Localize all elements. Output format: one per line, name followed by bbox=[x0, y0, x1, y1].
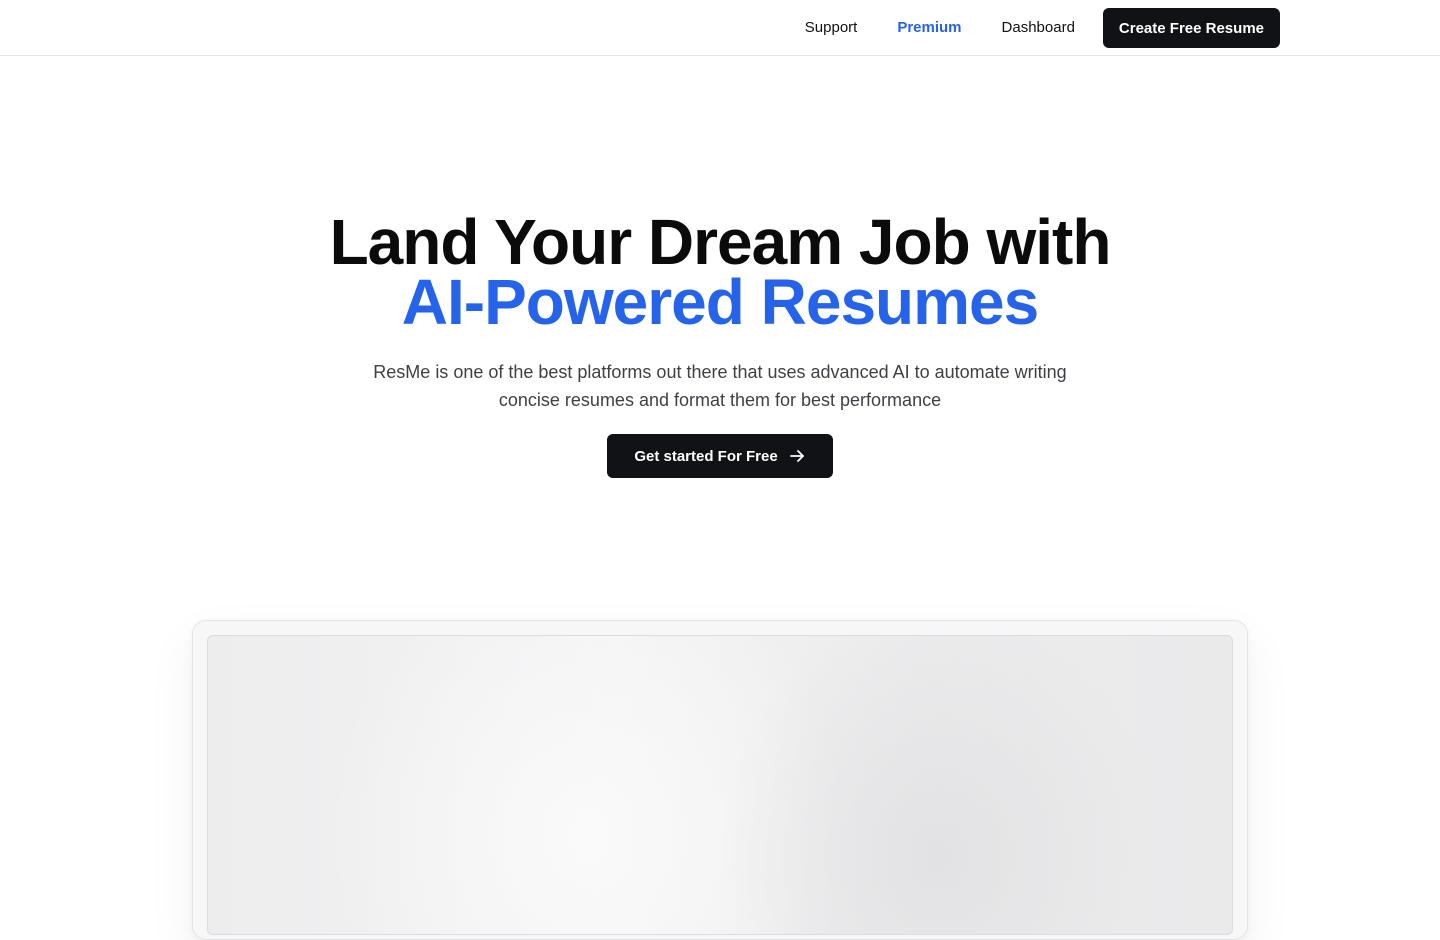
get-started-button[interactable]: Get started For Free bbox=[607, 434, 833, 478]
nav-link-premium[interactable]: Premium bbox=[877, 8, 981, 48]
get-started-button-label: Get started For Free bbox=[634, 447, 778, 465]
nav-link-dashboard[interactable]: Dashboard bbox=[982, 8, 1095, 48]
arrow-right-icon bbox=[788, 447, 806, 465]
app-preview-screen bbox=[207, 635, 1233, 935]
create-free-resume-button[interactable]: Create Free Resume bbox=[1102, 8, 1280, 48]
hero-title: Land Your Dream Job with AI-Powered Resu… bbox=[0, 210, 1440, 338]
nav-link-support[interactable]: Support bbox=[785, 8, 878, 48]
app-preview-frame bbox=[192, 620, 1248, 940]
hero-subtitle: ResMe is one of the best platforms out t… bbox=[373, 362, 1067, 410]
top-navigation-bar: Support Premium Dashboard Create Free Re… bbox=[0, 0, 1440, 56]
main-nav: Support Premium Dashboard Create Free Re… bbox=[785, 8, 1280, 48]
hero-section: Land Your Dream Job with AI-Powered Resu… bbox=[0, 210, 1440, 478]
hero-title-line2-highlight: AI-Powered Resumes bbox=[401, 266, 1039, 338]
